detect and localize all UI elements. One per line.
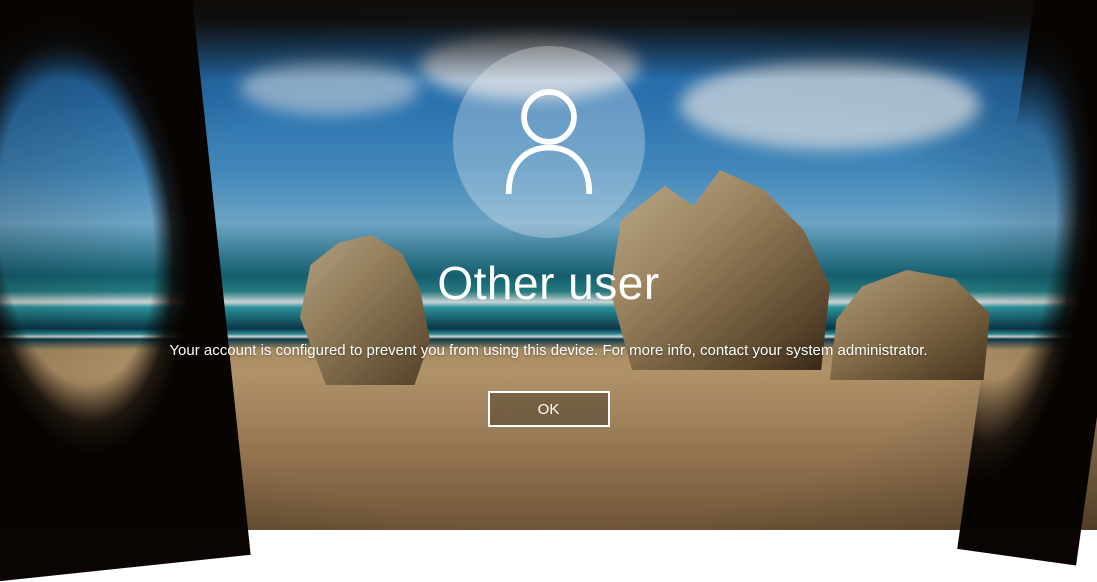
login-error-message: Your account is configured to prevent yo… [169,342,927,359]
ok-button[interactable]: OK [488,391,610,427]
user-outline-icon [501,86,597,199]
user-display-name: Other user [437,260,659,306]
login-message-panel: Other user Your account is configured to… [0,0,1097,530]
user-avatar [453,46,645,238]
